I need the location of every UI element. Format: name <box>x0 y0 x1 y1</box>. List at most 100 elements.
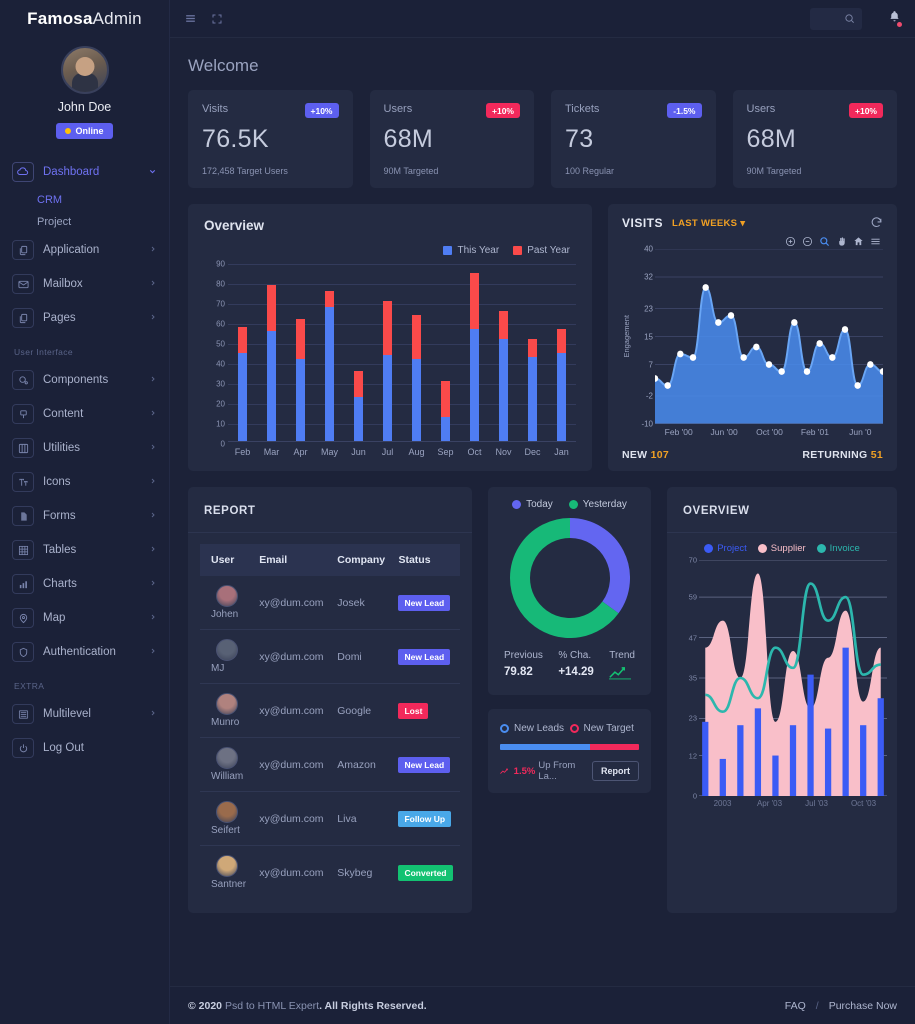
legend-past-year[interactable]: Past Year <box>513 245 570 256</box>
avatar[interactable] <box>216 855 238 877</box>
legend-supplier[interactable]: Supplier <box>757 543 806 554</box>
bar-column[interactable] <box>373 264 402 441</box>
status-badge[interactable]: New Lead <box>398 594 451 611</box>
sidebar-item-authentication[interactable]: Authentication <box>0 635 169 669</box>
donut-segment[interactable] <box>569 518 630 614</box>
bar-column[interactable] <box>460 264 489 441</box>
avatar[interactable] <box>216 801 238 823</box>
legend-project[interactable]: Project <box>704 543 747 554</box>
brand-logo[interactable]: Famosa Admin <box>0 0 169 38</box>
bar-project[interactable] <box>824 728 832 796</box>
stat-card-visits[interactable]: Visits +10% 76.5K 172,458 Target Users <box>188 90 353 188</box>
status-badge[interactable]: Online <box>56 123 113 139</box>
data-point[interactable] <box>702 284 709 291</box>
table-row[interactable]: Johen xy@dum.com Josek New Lead <box>200 576 460 630</box>
avatar[interactable] <box>216 747 238 769</box>
sidebar-subitem-crm[interactable]: CRM <box>0 189 169 211</box>
sidebar-item-mailbox[interactable]: Mailbox <box>0 267 169 301</box>
data-point[interactable] <box>841 326 849 333</box>
stat-card-users-1[interactable]: Users +10% 68M 90M Targeted <box>369 90 534 188</box>
footer-purchase-link[interactable]: Purchase Now <box>829 1000 897 1012</box>
data-point[interactable] <box>867 361 874 368</box>
bar-project[interactable] <box>702 721 709 796</box>
sidebar-item-forms[interactable]: Forms <box>0 499 169 533</box>
report-button[interactable]: Report <box>592 761 639 781</box>
sidebar-item-charts[interactable]: Charts <box>0 567 169 601</box>
data-point[interactable] <box>727 312 735 319</box>
bar-column[interactable] <box>431 264 460 441</box>
bar-project[interactable] <box>772 755 779 796</box>
status-badge[interactable]: Follow Up <box>398 810 452 827</box>
sidebar-item-components[interactable]: Components <box>0 363 169 397</box>
data-point[interactable] <box>803 368 811 375</box>
legend-this-year[interactable]: This Year <box>443 245 499 256</box>
bar-project[interactable] <box>789 725 797 796</box>
data-point[interactable] <box>765 361 773 368</box>
legend-new-leads[interactable]: New Leads <box>500 722 570 735</box>
data-point[interactable] <box>689 354 697 361</box>
data-point[interactable] <box>816 340 823 347</box>
stat-card-tickets[interactable]: Tickets -1.5% 73 100 Regular <box>551 90 716 188</box>
pan-icon[interactable] <box>836 236 847 247</box>
status-badge[interactable]: New Lead <box>398 648 451 665</box>
data-point[interactable] <box>740 354 747 361</box>
bar-project[interactable] <box>842 647 849 796</box>
data-point[interactable] <box>778 368 785 375</box>
sidebar-subitem-project[interactable]: Project <box>0 211 169 233</box>
data-point[interactable] <box>829 354 836 361</box>
bar-project[interactable] <box>737 725 744 796</box>
table-row[interactable]: MJ xy@dum.com Domi New Lead <box>200 629 460 684</box>
bar-column[interactable] <box>257 264 286 441</box>
bar-column[interactable] <box>286 264 315 441</box>
legend-yesterday[interactable]: Yesterday <box>568 499 627 510</box>
bar-column[interactable] <box>547 264 576 441</box>
legend-invoice[interactable]: Invoice <box>816 543 860 554</box>
bar-column[interactable] <box>489 264 518 441</box>
hamburger-icon[interactable] <box>184 12 197 25</box>
sidebar-item-logout[interactable]: Log Out <box>0 731 169 765</box>
data-point[interactable] <box>677 350 684 358</box>
sidebar-item-icons[interactable]: Icons <box>0 465 169 499</box>
status-badge[interactable]: Converted <box>398 864 453 881</box>
zoom-in-icon[interactable] <box>785 236 796 247</box>
bar-project[interactable] <box>807 674 814 796</box>
legend-today[interactable]: Today <box>512 499 553 510</box>
sidebar-item-dashboard[interactable]: Dashboard <box>0 155 169 189</box>
avatar[interactable] <box>216 585 238 607</box>
footer-faq-link[interactable]: FAQ <box>785 1000 806 1012</box>
avatar[interactable] <box>216 639 238 661</box>
data-point[interactable] <box>854 382 861 389</box>
table-row[interactable]: Santner xy@dum.com Skybeg Converted <box>200 846 460 900</box>
data-point[interactable] <box>753 343 760 351</box>
bar-column[interactable] <box>518 264 547 441</box>
visits-period-selector[interactable]: LAST WEEKS ▾ <box>672 218 745 229</box>
data-point[interactable] <box>791 319 798 326</box>
bar-column[interactable] <box>228 264 257 441</box>
home-reset-icon[interactable] <box>853 236 864 247</box>
bar-column[interactable] <box>402 264 431 441</box>
sidebar-item-application[interactable]: Application <box>0 233 169 267</box>
bar-project[interactable] <box>719 758 726 796</box>
sidebar-item-tables[interactable]: Tables <box>0 533 169 567</box>
sidebar-item-utilities[interactable]: Utilities <box>0 431 169 465</box>
selection-zoom-icon[interactable] <box>819 236 830 247</box>
reset-icon[interactable] <box>870 216 883 234</box>
table-row[interactable]: Munro xy@dum.com Google Lost <box>200 683 460 738</box>
sidebar-item-multilevel[interactable]: Multilevel <box>0 697 169 731</box>
bar-project[interactable] <box>754 708 762 796</box>
sidebar-item-pages[interactable]: Pages <box>0 301 169 335</box>
data-point[interactable] <box>715 319 722 326</box>
expand-icon[interactable] <box>211 13 223 25</box>
sidebar-item-map[interactable]: Map <box>0 601 169 635</box>
menu-icon[interactable] <box>870 236 881 247</box>
bell-icon[interactable] <box>888 10 902 28</box>
data-point[interactable] <box>664 382 671 389</box>
bar-project[interactable] <box>877 698 884 796</box>
sidebar-item-content[interactable]: Content <box>0 397 169 431</box>
stat-card-users-2[interactable]: Users +10% 68M 90M Targeted <box>732 90 897 188</box>
avatar[interactable] <box>60 46 109 94</box>
table-row[interactable]: Seifert xy@dum.com Liva Follow Up <box>200 791 460 846</box>
legend-new-target[interactable]: New Target <box>569 722 640 735</box>
bar-column[interactable] <box>315 264 344 441</box>
search-input[interactable] <box>810 7 862 30</box>
